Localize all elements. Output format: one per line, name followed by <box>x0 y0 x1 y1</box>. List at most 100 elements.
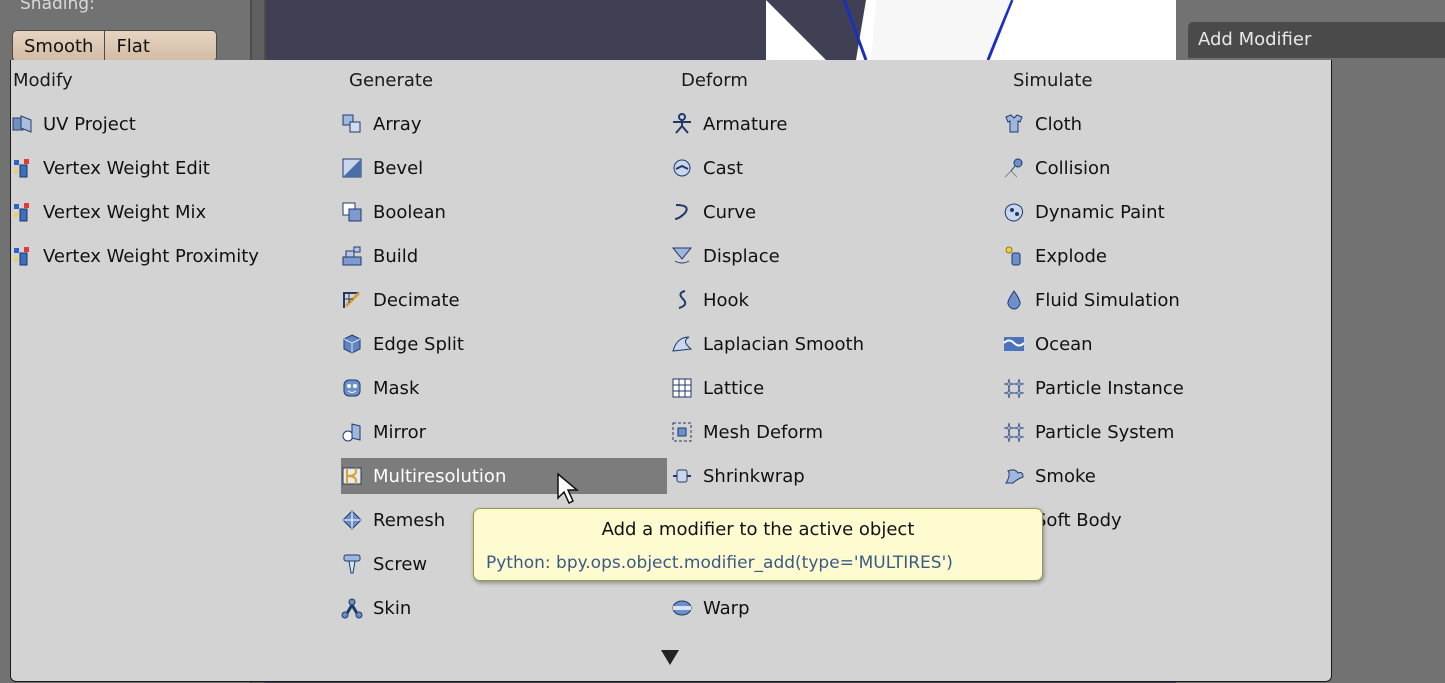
menu-item-explode[interactable]: Explode <box>1003 238 1323 274</box>
multiresolution-icon <box>341 465 363 487</box>
skin-icon <box>341 597 363 619</box>
menu-item-label: Collision <box>1035 157 1111 179</box>
menu-item-label: Skin <box>373 597 412 619</box>
menu-item-hook[interactable]: Hook <box>671 282 991 318</box>
tooltip: Add a modifier to the active object Pyth… <box>473 508 1043 581</box>
smooth-button[interactable]: Smooth <box>12 30 106 62</box>
cloth-icon <box>1003 113 1025 135</box>
menu-item-label: Mirror <box>373 421 427 443</box>
mesh-deform-icon <box>671 421 693 443</box>
modify-header: Modify <box>13 70 73 91</box>
menu-item-uv-project[interactable]: UV Project <box>11 106 331 142</box>
cast-icon <box>671 157 693 179</box>
tooltip-python: Python: bpy.ops.object.modifier_add(type… <box>486 553 953 573</box>
menu-item-build[interactable]: Build <box>341 238 667 274</box>
menu-item-label: Curve <box>703 201 757 223</box>
menu-item-label: Vertex Weight Edit <box>43 157 210 179</box>
menu-item-armature[interactable]: Armature <box>671 106 991 142</box>
menu-item-dynamic-paint[interactable]: Dynamic Paint <box>1003 194 1323 230</box>
menu-item-label: Lattice <box>703 377 765 399</box>
menu-item-particle-instance[interactable]: Particle Instance <box>1003 370 1323 406</box>
menu-item-label: Warp <box>703 597 750 619</box>
menu-item-fluid-simulation[interactable]: Fluid Simulation <box>1003 282 1323 318</box>
menu-item-mask[interactable]: Mask <box>341 370 667 406</box>
menu-item-label: Soft Body <box>1035 509 1122 531</box>
menu-item-label: Dynamic Paint <box>1035 201 1165 223</box>
menu-item-label: Shrinkwrap <box>703 465 805 487</box>
menu-item-particle-system[interactable]: Particle System <box>1003 414 1323 450</box>
simulate-header: Simulate <box>1013 70 1093 91</box>
remesh-icon <box>341 509 363 531</box>
hook-icon <box>671 289 693 311</box>
menu-item-vertex-weight-mix[interactable]: Vertex Weight Mix <box>11 194 331 230</box>
menu-item-label: Armature <box>703 113 788 135</box>
menu-item-multiresolution[interactable]: Multiresolution <box>341 458 667 494</box>
menu-item-label: Remesh <box>373 509 446 531</box>
fluid-simulation-icon <box>1003 289 1025 311</box>
flat-button[interactable]: Flat <box>105 30 218 62</box>
menu-item-smoke[interactable]: Smoke <box>1003 458 1323 494</box>
menu-item-label: Bevel <box>373 157 424 179</box>
menu-item-label: Particle System <box>1035 421 1175 443</box>
menu-item-decimate[interactable]: Decimate <box>341 282 667 318</box>
edge-split-icon <box>341 333 363 355</box>
menu-item-boolean[interactable]: Boolean <box>341 194 667 230</box>
menu-item-array[interactable]: Array <box>341 106 667 142</box>
menu-item-mirror[interactable]: Mirror <box>341 414 667 450</box>
menu-item-label: Fluid Simulation <box>1035 289 1180 311</box>
menu-item-mesh-deform[interactable]: Mesh Deform <box>671 414 991 450</box>
menu-item-warp[interactable]: Warp <box>671 590 991 626</box>
explode-icon <box>1003 245 1025 267</box>
menu-item-label: Mesh Deform <box>703 421 824 443</box>
menu-item-label: Vertex Weight Proximity <box>43 245 259 267</box>
menu-item-label: Screw <box>373 553 428 575</box>
menu-item-skin[interactable]: Skin <box>341 590 667 626</box>
scroll-down-arrow-icon[interactable] <box>661 650 679 665</box>
menu-item-laplacian-smooth[interactable]: Laplacian Smooth <box>671 326 991 362</box>
decimate-icon <box>341 289 363 311</box>
mouse-cursor-icon <box>557 472 580 505</box>
menu-item-curve[interactable]: Curve <box>671 194 991 230</box>
menu-item-label: Boolean <box>373 201 446 223</box>
add-modifier-dropdown[interactable]: Add Modifier <box>1188 22 1445 58</box>
build-icon <box>341 245 363 267</box>
menu-item-shrinkwrap[interactable]: Shrinkwrap <box>671 458 991 494</box>
menu-item-label: UV Project <box>43 113 136 135</box>
menu-item-label: Displace <box>703 245 780 267</box>
ocean-icon <box>1003 333 1025 355</box>
shrinkwrap-icon <box>671 465 693 487</box>
warp-icon <box>671 597 693 619</box>
menu-item-collision[interactable]: Collision <box>1003 150 1323 186</box>
menu-item-label: Multiresolution <box>373 465 507 487</box>
screw-icon <box>341 553 363 575</box>
menu-item-label: Hook <box>703 289 749 311</box>
menu-item-label: Smoke <box>1035 465 1096 487</box>
bevel-icon <box>341 157 363 179</box>
particle-system-icon <box>1003 421 1025 443</box>
menu-item-cloth[interactable]: Cloth <box>1003 106 1323 142</box>
menu-item-label: Cloth <box>1035 113 1083 135</box>
menu-item-label: Decimate <box>373 289 460 311</box>
menu-item-vertex-weight-proximity[interactable]: Vertex Weight Proximity <box>11 238 331 274</box>
particle-instance-icon <box>1003 377 1025 399</box>
menu-item-bevel[interactable]: Bevel <box>341 150 667 186</box>
mask-icon <box>341 377 363 399</box>
generate-header: Generate <box>349 70 434 91</box>
collision-icon <box>1003 157 1025 179</box>
menu-item-label: Vertex Weight Mix <box>43 201 207 223</box>
menu-item-label: Edge Split <box>373 333 464 355</box>
menu-item-edge-split[interactable]: Edge Split <box>341 326 667 362</box>
menu-item-lattice[interactable]: Lattice <box>671 370 991 406</box>
menu-item-label: Build <box>373 245 419 267</box>
menu-item-ocean[interactable]: Ocean <box>1003 326 1323 362</box>
menu-item-label: Ocean <box>1035 333 1093 355</box>
menu-item-vertex-weight-edit[interactable]: Vertex Weight Edit <box>11 150 331 186</box>
armature-icon <box>671 113 693 135</box>
menu-item-soft-body[interactable]: Soft Body <box>1003 502 1323 538</box>
menu-item-cast[interactable]: Cast <box>671 150 991 186</box>
laplacian-smooth-icon <box>671 333 693 355</box>
vertex-weight-icon <box>11 201 33 223</box>
menu-item-label: Cast <box>703 157 744 179</box>
menu-item-displace[interactable]: Displace <box>671 238 991 274</box>
lattice-icon <box>671 377 693 399</box>
